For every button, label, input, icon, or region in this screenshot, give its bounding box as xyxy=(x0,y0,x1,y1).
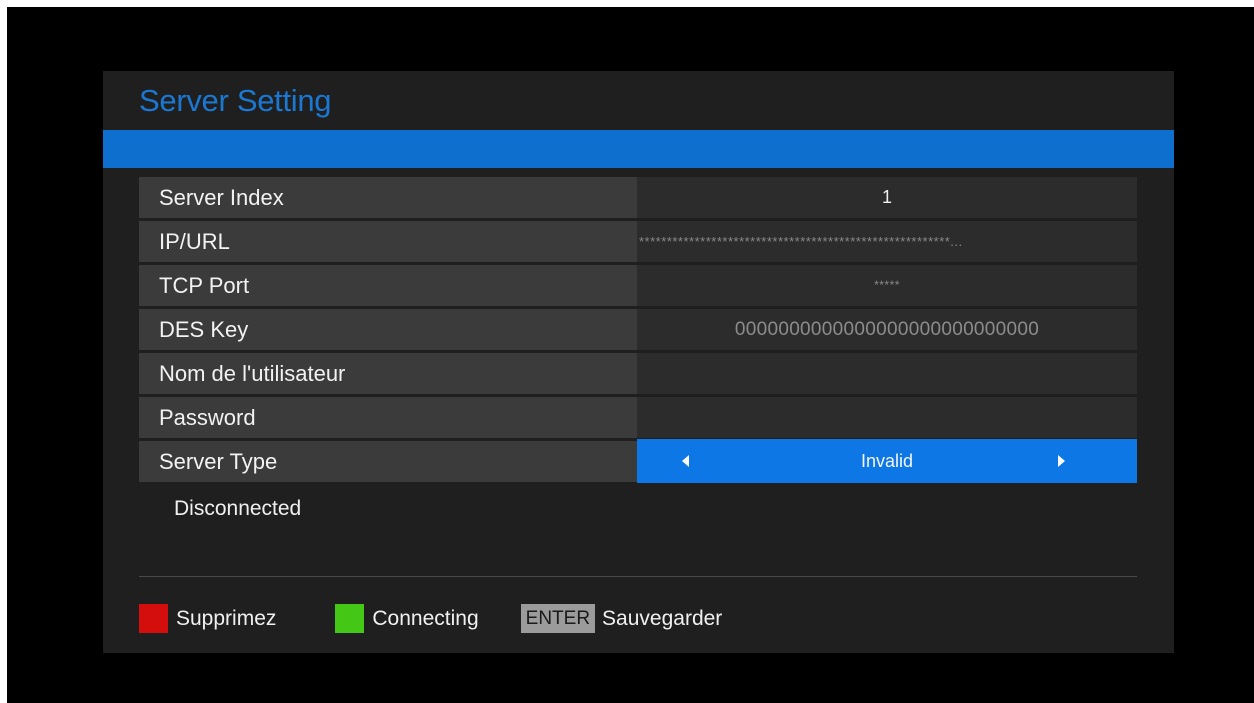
settings-list: Server Index 1 IP/URL ******************… xyxy=(139,177,1137,485)
page-title: Server Setting xyxy=(139,83,332,118)
row-server-type[interactable]: Server Type Invalid xyxy=(139,439,1137,483)
green-key-label: Connecting xyxy=(372,606,479,630)
enter-key-icon[interactable]: ENTER xyxy=(520,604,596,633)
tcp-port-label: TCP Port xyxy=(139,265,637,306)
footer-divider xyxy=(139,576,1137,577)
red-key-icon[interactable] xyxy=(139,604,168,633)
tv-screen: Server Setting Server Index 1 IP/URL ***… xyxy=(7,7,1254,703)
row-ip-url[interactable]: IP/URL *********************************… xyxy=(139,221,1137,262)
green-key-icon[interactable] xyxy=(335,604,365,633)
server-index-label: Server Index xyxy=(139,177,637,218)
username-label: Nom de l'utilisateur xyxy=(139,353,637,394)
enter-key-label: Sauvegarder xyxy=(602,606,723,630)
title-bar xyxy=(103,130,1174,168)
arrow-right-icon[interactable] xyxy=(1058,455,1065,467)
password-label: Password xyxy=(139,397,637,438)
arrow-left-icon[interactable] xyxy=(682,455,689,467)
footer-hints: Supprimez Connecting ENTER Sauvegarder xyxy=(139,604,722,633)
ip-url-label: IP/URL xyxy=(139,221,637,262)
ip-url-value[interactable]: ****************************************… xyxy=(637,221,1137,262)
row-username[interactable]: Nom de l'utilisateur xyxy=(139,353,1137,394)
row-tcp-port[interactable]: TCP Port ***** xyxy=(139,265,1137,306)
tcp-port-value[interactable]: ***** xyxy=(637,265,1137,306)
red-key-label: Supprimez xyxy=(176,606,277,630)
username-value[interactable] xyxy=(637,353,1137,394)
server-type-selector[interactable]: Invalid xyxy=(637,439,1137,483)
row-server-index[interactable]: Server Index 1 xyxy=(139,177,1137,218)
des-key-value[interactable]: 0000000000000000000000000000 xyxy=(637,309,1137,350)
connection-status: Disconnected xyxy=(174,497,302,520)
server-setting-panel: Server Setting Server Index 1 IP/URL ***… xyxy=(103,71,1174,653)
server-type-label: Server Type xyxy=(139,441,637,482)
server-type-value: Invalid xyxy=(860,451,914,471)
des-key-label: DES Key xyxy=(139,309,637,350)
server-index-value[interactable]: 1 xyxy=(637,177,1137,218)
row-des-key[interactable]: DES Key 0000000000000000000000000000 xyxy=(139,309,1137,350)
row-password[interactable]: Password xyxy=(139,397,1137,438)
password-value[interactable] xyxy=(637,397,1137,438)
